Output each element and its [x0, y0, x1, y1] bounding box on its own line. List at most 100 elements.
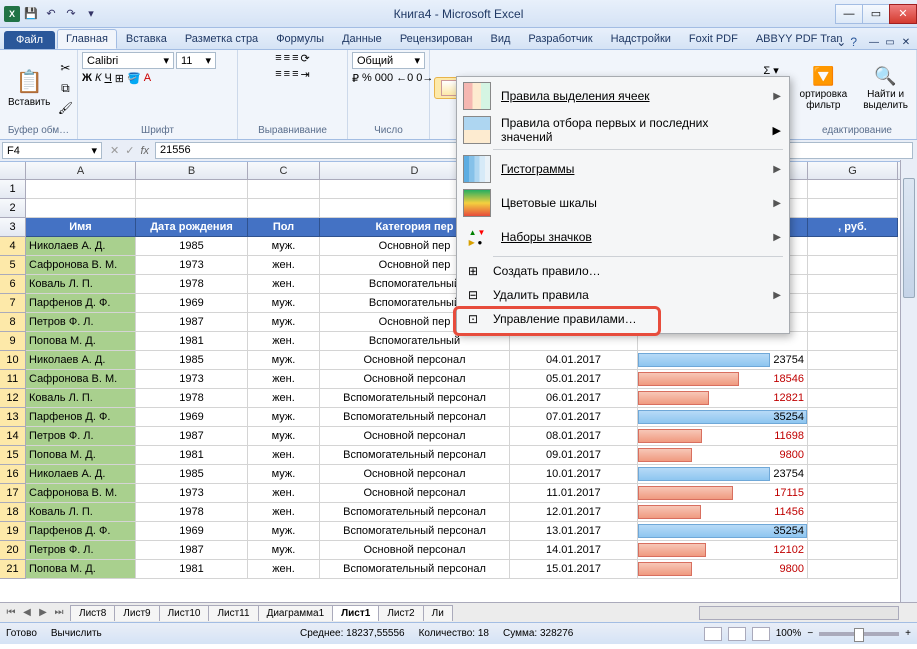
- copy-icon[interactable]: ⧉: [56, 79, 74, 97]
- cell-sex[interactable]: муж.: [248, 294, 320, 313]
- cell-year[interactable]: 1987: [136, 541, 248, 560]
- menu-clear-rules[interactable]: ⊟ Удалить правила ▶: [459, 283, 787, 307]
- row-header[interactable]: 16: [0, 465, 26, 484]
- row-header[interactable]: 18: [0, 503, 26, 522]
- cell-name[interactable]: Коваль Л. П.: [26, 503, 136, 522]
- cell[interactable]: [248, 180, 320, 199]
- cell[interactable]: [136, 199, 248, 218]
- align-right-icon[interactable]: ≡: [292, 68, 298, 81]
- row-header[interactable]: 11: [0, 370, 26, 389]
- cell[interactable]: [808, 541, 898, 560]
- row-header[interactable]: 4: [0, 237, 26, 256]
- row-header[interactable]: 19: [0, 522, 26, 541]
- ribbon-tab-8[interactable]: Надстройки: [602, 29, 680, 49]
- row-header[interactable]: 7: [0, 294, 26, 313]
- align-top-icon[interactable]: ≡: [275, 52, 281, 65]
- cell-name[interactable]: Петров Ф. Л.: [26, 313, 136, 332]
- cell[interactable]: [808, 389, 898, 408]
- cell-year[interactable]: 1969: [136, 522, 248, 541]
- cell-category[interactable]: Вспомогательный персонал: [320, 389, 510, 408]
- cell-category[interactable]: Вспомогательный персонал: [320, 522, 510, 541]
- table-header-cell[interactable]: , руб.: [808, 218, 898, 237]
- paste-button[interactable]: 📋 Вставить: [4, 67, 54, 110]
- sort-filter-button[interactable]: 🔽 ортировка фильтр: [796, 64, 852, 113]
- page-break-view-button[interactable]: [752, 627, 770, 641]
- cell[interactable]: [808, 408, 898, 427]
- cell-category[interactable]: Основной персонал: [320, 351, 510, 370]
- col-header[interactable]: C: [248, 162, 320, 179]
- normal-view-button[interactable]: [704, 627, 722, 641]
- maximize-button[interactable]: ▭: [862, 4, 890, 24]
- mdi-minimize-icon[interactable]: —: [867, 35, 881, 49]
- row-header[interactable]: 8: [0, 313, 26, 332]
- cell-date[interactable]: 15.01.2017: [510, 560, 638, 579]
- font-size-combo[interactable]: 11▾: [176, 52, 216, 69]
- cell-year[interactable]: 1981: [136, 560, 248, 579]
- cell[interactable]: [808, 427, 898, 446]
- ribbon-tab-7[interactable]: Разработчик: [519, 29, 601, 49]
- row-header[interactable]: 17: [0, 484, 26, 503]
- last-sheet-icon[interactable]: ⏭: [52, 607, 66, 618]
- cell-sex[interactable]: муж.: [248, 465, 320, 484]
- cell-sex[interactable]: муж.: [248, 522, 320, 541]
- cell-amount[interactable]: ▶17115: [638, 484, 808, 503]
- percent-icon[interactable]: %: [362, 72, 372, 85]
- cell-date[interactable]: 14.01.2017: [510, 541, 638, 560]
- cell-year[interactable]: 1973: [136, 370, 248, 389]
- zoom-in-icon[interactable]: +: [905, 628, 911, 639]
- cell[interactable]: [808, 199, 898, 218]
- align-middle-icon[interactable]: ≡: [284, 52, 290, 65]
- sheet-tab[interactable]: Лист8: [70, 605, 115, 621]
- align-bottom-icon[interactable]: ≡: [292, 52, 298, 65]
- sheet-tab[interactable]: Лист9: [114, 605, 159, 621]
- row-header[interactable]: 12: [0, 389, 26, 408]
- cell-category[interactable]: Вспомогательный: [320, 332, 510, 351]
- menu-manage-rules[interactable]: ⊡ Управление правилами…: [459, 307, 787, 331]
- row-header[interactable]: 14: [0, 427, 26, 446]
- table-header-cell[interactable]: Дата рождения: [136, 218, 248, 237]
- row-header[interactable]: 10: [0, 351, 26, 370]
- fill-color-icon[interactable]: 🪣: [127, 72, 141, 85]
- cell[interactable]: [248, 199, 320, 218]
- sheet-tab[interactable]: Ли: [423, 605, 453, 621]
- cell-date[interactable]: 08.01.2017: [510, 427, 638, 446]
- cell-date[interactable]: [510, 332, 638, 351]
- cell[interactable]: [26, 199, 136, 218]
- orientation-icon[interactable]: ⟳: [301, 52, 310, 65]
- font-name-combo[interactable]: Calibri▾: [82, 52, 174, 69]
- menu-highlight-cells[interactable]: Правила выделения ячеек ▶: [459, 79, 787, 113]
- cell-sex[interactable]: жен.: [248, 560, 320, 579]
- row-header[interactable]: 9: [0, 332, 26, 351]
- cell[interactable]: [136, 180, 248, 199]
- cell-year[interactable]: 1973: [136, 256, 248, 275]
- cell-sex[interactable]: муж.: [248, 237, 320, 256]
- col-header[interactable]: G: [808, 162, 898, 180]
- cell-date[interactable]: 09.01.2017: [510, 446, 638, 465]
- bold-icon[interactable]: Ж: [82, 72, 92, 85]
- cell-sex[interactable]: жен.: [248, 503, 320, 522]
- cell[interactable]: [808, 503, 898, 522]
- cell-name[interactable]: Сафронова В. М.: [26, 256, 136, 275]
- ribbon-tab-1[interactable]: Вставка: [117, 29, 176, 49]
- horizontal-scrollbar[interactable]: [699, 606, 899, 620]
- cell[interactable]: [808, 294, 898, 313]
- sheet-tab[interactable]: Лист10: [159, 605, 210, 621]
- ribbon-tab-5[interactable]: Рецензирован: [391, 29, 482, 49]
- cell-year[interactable]: 1987: [136, 313, 248, 332]
- row-header[interactable]: 5: [0, 256, 26, 275]
- cell-category[interactable]: Вспомогательный персонал: [320, 408, 510, 427]
- table-header-cell[interactable]: Имя: [26, 218, 136, 237]
- ribbon-minimize-icon[interactable]: ⌄: [836, 35, 846, 49]
- ribbon-tab-2[interactable]: Разметка стра: [176, 29, 267, 49]
- cell-amount[interactable]: ▶18546: [638, 370, 808, 389]
- cell-amount[interactable]: [638, 332, 808, 351]
- underline-icon[interactable]: Ч: [104, 72, 111, 85]
- sheet-tab[interactable]: Диаграмма1: [258, 605, 334, 621]
- cell[interactable]: [808, 370, 898, 389]
- cell-year[interactable]: 1985: [136, 465, 248, 484]
- cell-amount[interactable]: ▲23754: [638, 351, 808, 370]
- file-tab[interactable]: Файл: [4, 31, 55, 49]
- cell[interactable]: [808, 446, 898, 465]
- cell[interactable]: [808, 180, 898, 199]
- cell[interactable]: [808, 256, 898, 275]
